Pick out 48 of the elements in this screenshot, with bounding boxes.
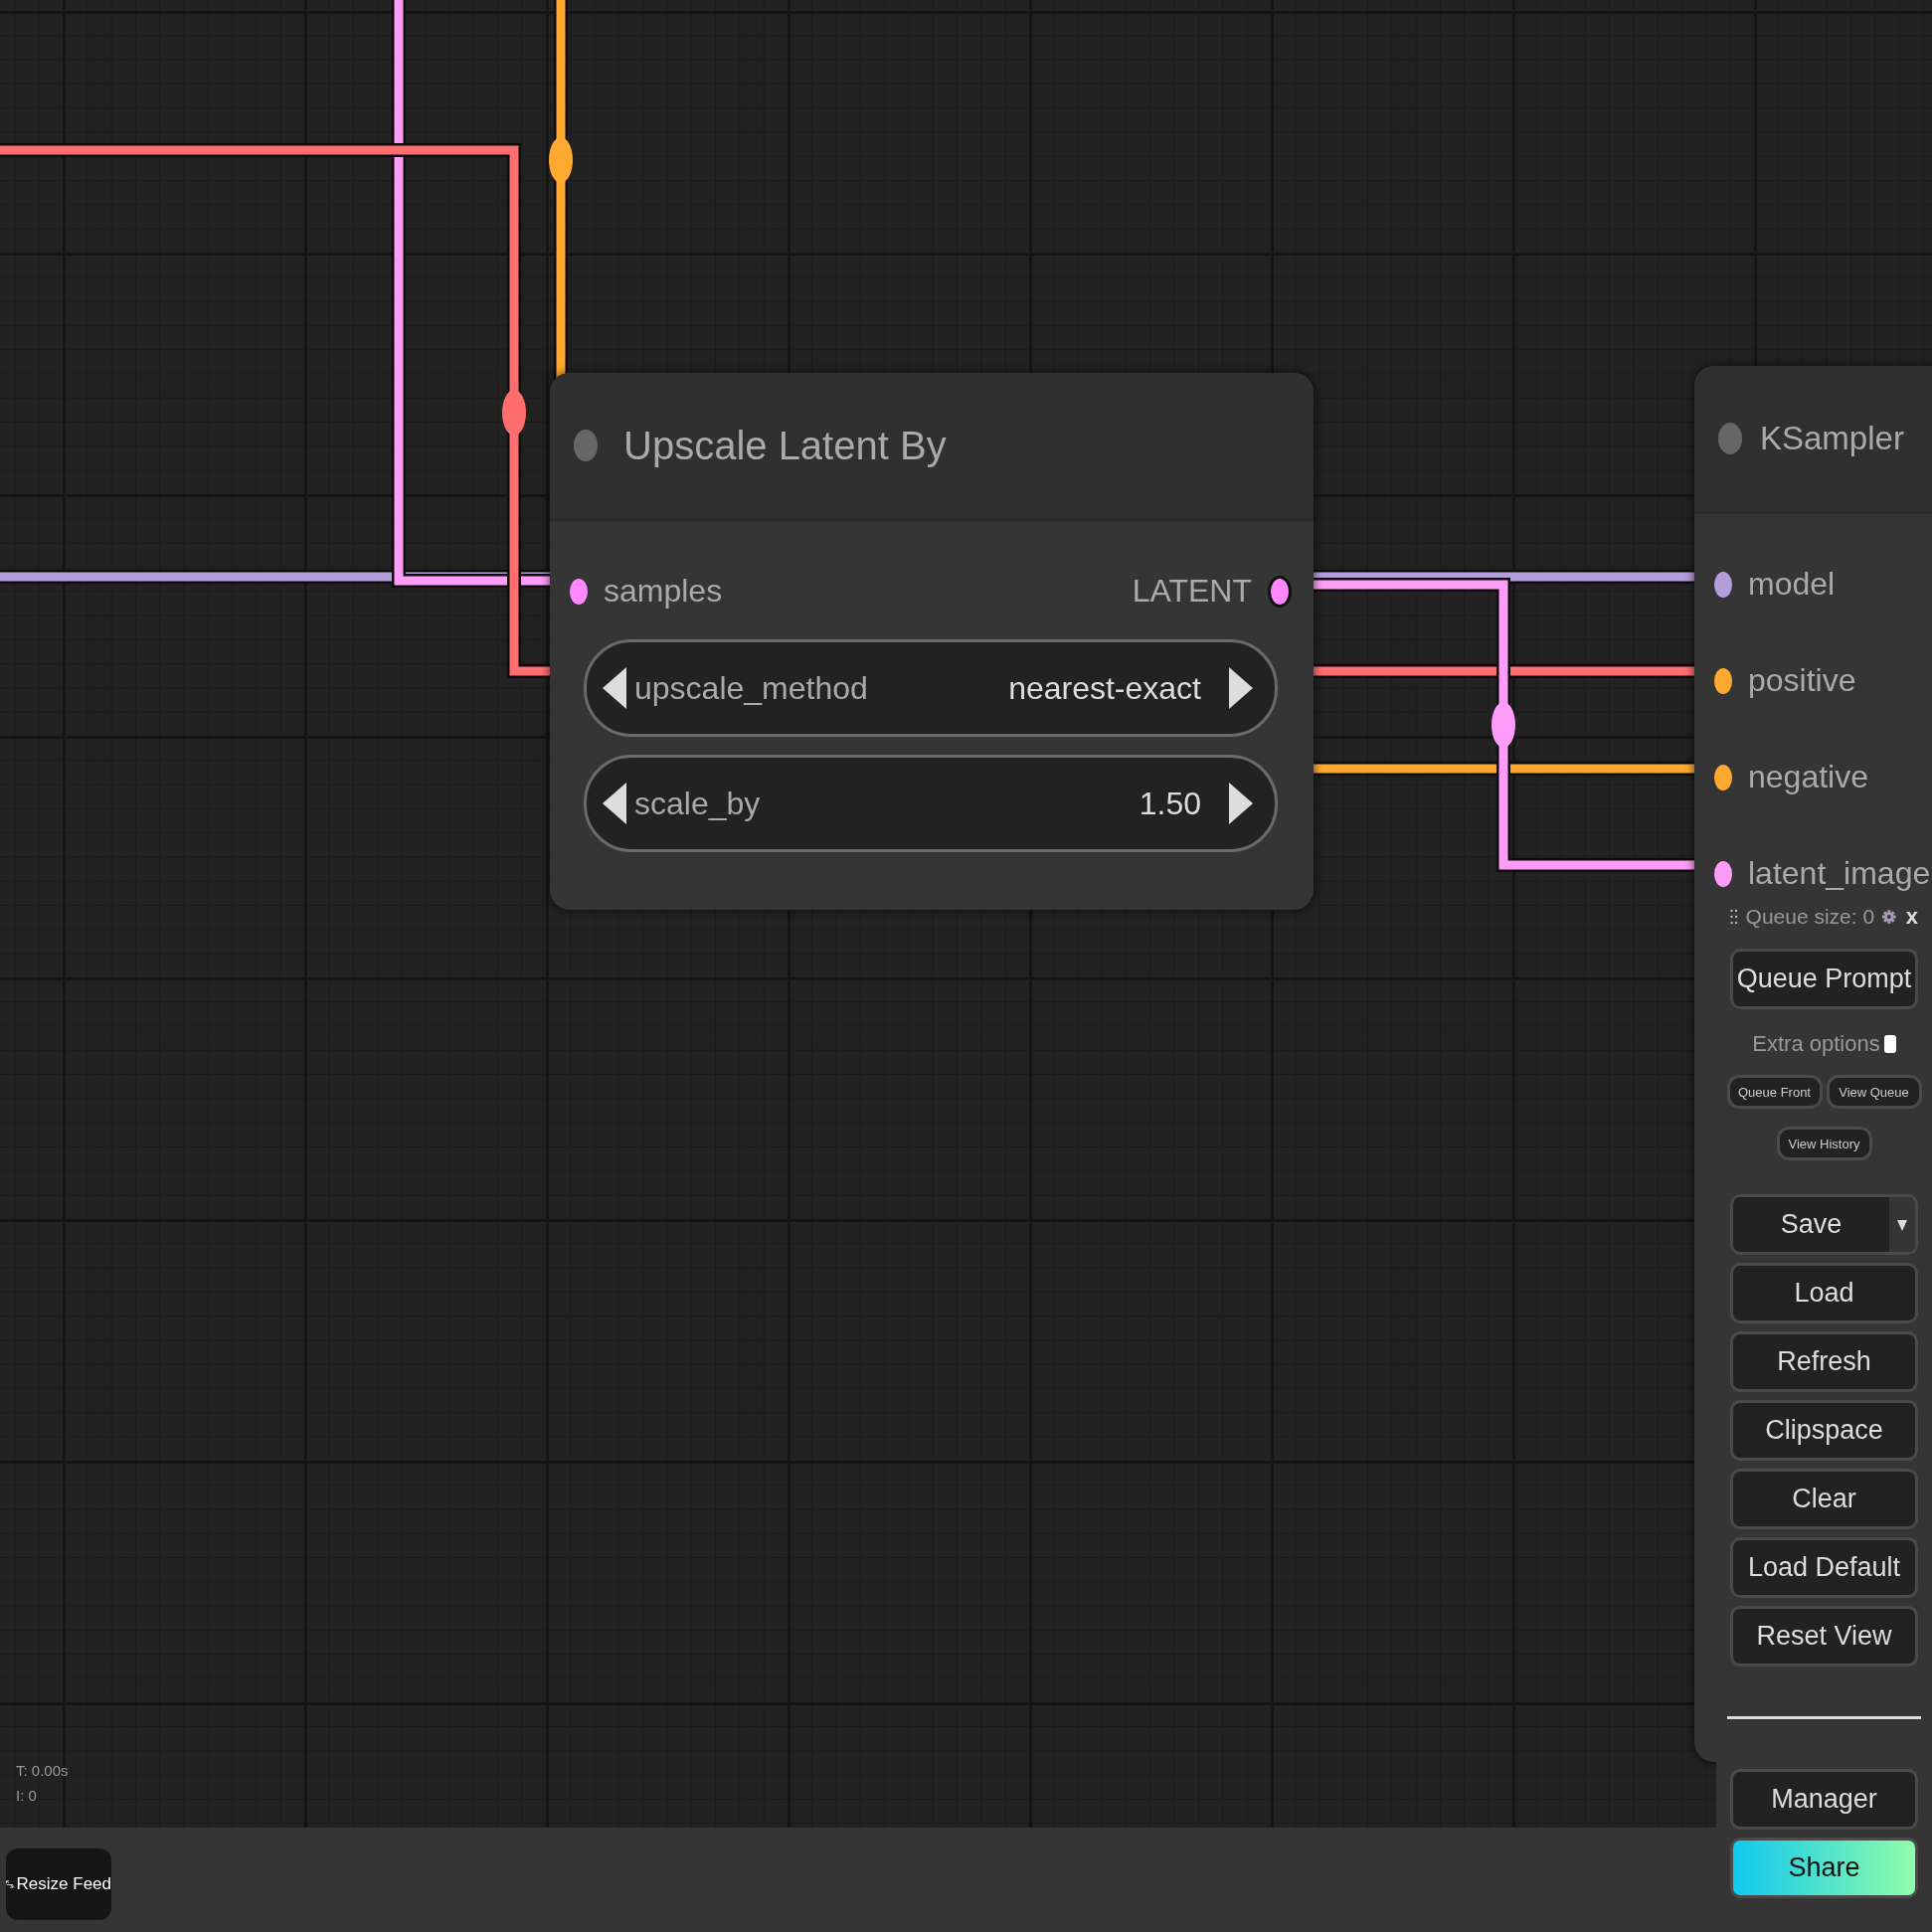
menu-button[interactable]: Refresh (1730, 1331, 1918, 1392)
manager-button[interactable]: Manager (1730, 1769, 1918, 1830)
menu-button[interactable]: Load Default (1730, 1537, 1918, 1598)
save-button[interactable]: Save (1730, 1194, 1918, 1255)
decrement-arrow-icon[interactable] (603, 667, 626, 709)
widget-field[interactable]: upscale_method nearest-exact (584, 639, 1278, 737)
collapse-dot-icon[interactable] (1718, 423, 1742, 454)
output-slot-icon[interactable] (1268, 575, 1292, 608)
link-center-icon[interactable] (1492, 702, 1515, 748)
extra-options-label: Extra options (1752, 1031, 1880, 1057)
stats-text: T: 0.00s (16, 1762, 69, 1779)
collapse-dot-icon[interactable] (574, 430, 598, 461)
share-button[interactable]: Share (1730, 1838, 1918, 1898)
widget-field[interactable]: scale_by 1.50 (584, 755, 1278, 852)
input-label: model (1748, 566, 1836, 603)
input-slot-icon[interactable] (1714, 667, 1732, 694)
queue-prompt-button[interactable]: Queue Prompt (1730, 949, 1918, 1009)
input-label: negative (1748, 759, 1868, 795)
close-button[interactable]: x (1905, 904, 1918, 930)
input-slot-icon[interactable] (570, 578, 588, 605)
stats-text: I: 0 (16, 1787, 38, 1804)
increment-arrow-icon[interactable] (1229, 667, 1253, 709)
extra-options-checkbox[interactable] (1883, 1035, 1896, 1053)
node-card[interactable]: Upscale Latent By samples LATENT upscale_method nearest-exact scale_by 1.50 (550, 373, 1314, 910)
dropdown-caret-icon[interactable] (1897, 1217, 1907, 1232)
link-center-icon[interactable] (502, 390, 526, 436)
decrement-arrow-icon[interactable] (603, 783, 626, 824)
node-title: KSampler (1760, 420, 1904, 457)
resize-feed-button[interactable]: Resize Feed (6, 1848, 111, 1920)
settings-icon[interactable] (1882, 908, 1896, 926)
menu-button[interactable]: Reset View (1730, 1606, 1918, 1667)
input-slot-icon[interactable] (1714, 764, 1732, 790)
queue-size-label: Queue size: 0 (1745, 905, 1875, 929)
node-title: Upscale Latent By (623, 423, 947, 468)
output-label: LATENT (1132, 573, 1252, 610)
menu-button[interactable]: Load (1730, 1263, 1918, 1323)
view-history-button[interactable]: View History (1776, 1127, 1872, 1160)
menu-button[interactable]: Clipspace (1730, 1400, 1918, 1461)
input-slot-icon[interactable] (1714, 860, 1732, 887)
input-label: latent_image (1748, 855, 1931, 892)
input-label: positive (1748, 662, 1856, 699)
queue-action-button[interactable]: Queue Front (1726, 1075, 1823, 1109)
queue-action-button[interactable]: View Queue (1826, 1075, 1922, 1109)
input-slot-icon[interactable] (1714, 571, 1732, 598)
increment-arrow-icon[interactable] (1229, 783, 1253, 824)
menu-button[interactable]: Clear (1730, 1469, 1918, 1529)
input-label: samples (604, 573, 723, 610)
link-center-icon[interactable] (549, 137, 573, 183)
